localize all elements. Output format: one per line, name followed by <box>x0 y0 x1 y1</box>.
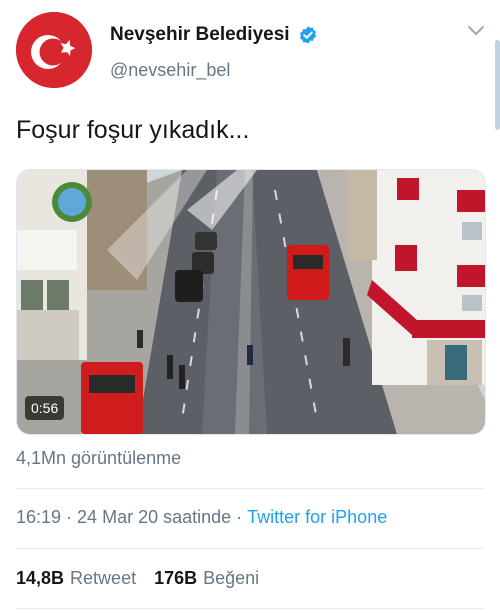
avatar[interactable] <box>16 12 92 88</box>
tweet-meta: 16:19 · 24 Mar 20 saatinde · Twitter for… <box>16 507 387 528</box>
tweet-text: Foşur foşur yıkadık... <box>16 116 250 144</box>
account-name-row[interactable]: Nevşehir Belediyesi <box>110 24 318 46</box>
like-label[interactable]: Beğeni <box>203 568 259 589</box>
scrollbar[interactable] <box>495 40 500 130</box>
retweet-label[interactable]: Retweet <box>70 568 136 589</box>
tweet-stats: 14,8B Retweet 176B Beğeni <box>16 568 271 589</box>
tweet-source-link[interactable]: Twitter for iPhone <box>247 507 387 528</box>
account-handle[interactable]: @nevsehir_bel <box>110 60 230 81</box>
view-count: 4,1Mn görüntülenme <box>16 448 182 468</box>
like-count[interactable]: 176B <box>154 568 197 589</box>
meta-separator: · <box>66 507 73 527</box>
tweet-time[interactable]: 16:19 <box>16 507 61 528</box>
meta-separator: · <box>236 507 243 527</box>
tweet-date[interactable]: 24 Mar 20 saatinde <box>77 507 231 528</box>
video-thumbnail <box>17 170 485 434</box>
verified-badge-icon <box>299 26 316 44</box>
divider <box>16 608 484 609</box>
account-name[interactable]: Nevşehir Belediyesi <box>110 24 290 46</box>
chevron-down-icon[interactable] <box>466 24 486 38</box>
video-player[interactable]: 0:56 <box>16 169 486 435</box>
retweet-count[interactable]: 14,8B <box>16 568 64 589</box>
divider <box>16 548 484 549</box>
divider <box>16 488 484 489</box>
video-duration: 0:56 <box>25 396 65 420</box>
turkish-flag-icon <box>16 12 92 88</box>
